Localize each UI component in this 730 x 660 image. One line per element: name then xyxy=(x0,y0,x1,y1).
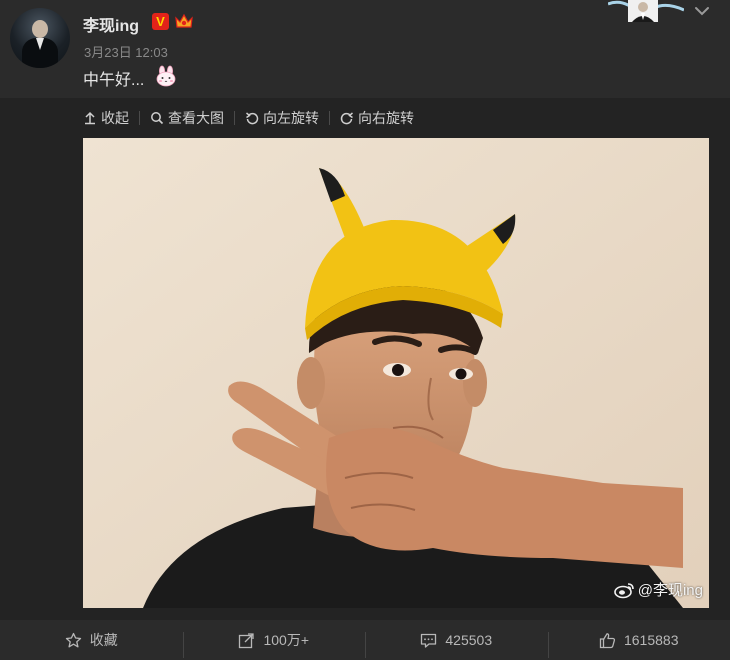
collapse-label: 收起 xyxy=(101,110,129,126)
star-icon xyxy=(65,632,81,647)
repost-count: 100万+ xyxy=(263,632,310,648)
rotate-right-label: 向右旋转 xyxy=(358,110,414,126)
card-decoration-icon xyxy=(608,0,684,22)
verified-badge-icon[interactable]: V xyxy=(152,13,169,30)
post-text: 中午好... xyxy=(83,72,145,89)
share-icon xyxy=(239,632,255,648)
favorite-button[interactable]: 收藏 xyxy=(0,620,183,660)
comment-button[interactable]: 425503 xyxy=(365,620,548,660)
divider xyxy=(139,111,140,125)
view-large-label: 查看大图 xyxy=(168,110,224,126)
comment-icon xyxy=(421,633,437,648)
username-link[interactable]: 李现ing xyxy=(83,12,139,36)
collapse-up-icon xyxy=(85,111,95,125)
photo-illustration xyxy=(83,138,709,608)
bunny-emoji-icon xyxy=(156,65,176,87)
image-toolbar: 收起 查看大图 向左旋转 向右旋转 xyxy=(83,107,414,129)
post-header: 李现ing V 3月23日 12:03 中午好... xyxy=(0,0,730,98)
vip-crown-icon[interactable] xyxy=(174,12,194,30)
comment-count: 425503 xyxy=(445,632,493,648)
like-count: 1615883 xyxy=(623,632,679,648)
rotate-right-button[interactable]: 向右旋转 xyxy=(340,108,414,128)
weibo-logo-icon xyxy=(613,582,634,598)
post-action-bar: 收藏 100万+ 425503 1615883 xyxy=(0,620,730,660)
watermark: @李现ing xyxy=(613,579,703,600)
watermark-text: @李现ing xyxy=(637,582,703,599)
favorite-label: 收藏 xyxy=(89,632,118,648)
repost-button[interactable]: 100万+ xyxy=(182,620,366,660)
rotate-right-icon xyxy=(340,112,353,125)
post-photo[interactable]: @李现ing xyxy=(83,138,709,608)
user-avatar[interactable] xyxy=(10,8,70,68)
rotate-left-label: 向左旋转 xyxy=(263,110,319,126)
divider xyxy=(329,111,330,125)
rotate-left-button[interactable]: 向左旋转 xyxy=(245,108,319,128)
thumbs-up-icon xyxy=(599,632,616,648)
search-icon xyxy=(151,112,164,125)
chevron-down-icon[interactable] xyxy=(693,4,711,18)
rotate-left-icon xyxy=(246,112,259,125)
divider xyxy=(234,111,235,125)
view-large-button[interactable]: 查看大图 xyxy=(150,108,224,128)
collapse-button[interactable]: 收起 xyxy=(83,108,129,128)
post-timestamp[interactable]: 3月23日 12:03 xyxy=(84,42,168,61)
like-button[interactable]: 1615883 xyxy=(547,620,730,660)
